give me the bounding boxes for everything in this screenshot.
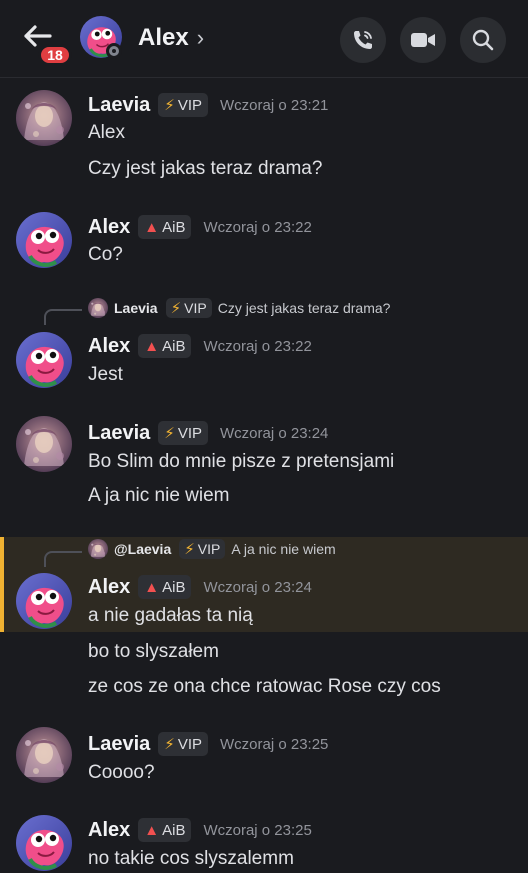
avatar-alex[interactable] <box>16 332 72 388</box>
offline-status-icon <box>106 43 122 59</box>
unread-badge: 18 <box>38 44 72 66</box>
chevron-right-icon: › <box>196 25 205 50</box>
timestamp: Wczoraj o 23:22 <box>203 337 312 355</box>
avatar-alex[interactable] <box>16 573 72 629</box>
message-text: Bo Slim do mnie pisze z pretensjami <box>88 451 395 472</box>
author-name[interactable]: Laevia <box>88 733 150 756</box>
avatar-laevia[interactable] <box>16 727 72 783</box>
message-text: Co? <box>88 244 123 265</box>
vip-tag: ⚡ VIP <box>158 732 208 756</box>
reply-connector <box>44 551 82 567</box>
reply-author: Laevia <box>114 300 158 316</box>
author-name[interactable]: Alex <box>88 335 130 358</box>
aib-tag: ▲ AiB <box>138 575 192 599</box>
author-name[interactable]: Laevia <box>88 94 150 117</box>
message-text: A ja nic nie wiem <box>88 485 230 506</box>
timestamp: Wczoraj o 23:24 <box>203 578 312 596</box>
lightning-icon: ⚡ <box>184 541 195 558</box>
reply-author: @Laevia <box>114 541 172 557</box>
video-call-button[interactable] <box>400 17 446 63</box>
reply-preview[interactable]: Laevia ⚡ VIP Czy jest jakas teraz drama? <box>88 297 390 319</box>
timestamp: Wczoraj o 23:24 <box>220 424 329 442</box>
message-text: Jest <box>88 364 123 385</box>
avatar-alex[interactable] <box>16 815 72 871</box>
author-name[interactable]: Alex <box>88 819 130 842</box>
message-text: Coooo? <box>88 762 155 783</box>
lightning-icon: ⚡ <box>164 736 175 753</box>
fire-icon: ▲ <box>144 337 160 355</box>
message-text: bo to slyszałem <box>88 641 219 662</box>
fire-icon: ▲ <box>144 218 160 236</box>
reply-avatar <box>88 539 108 559</box>
fire-icon: ▲ <box>144 578 160 596</box>
reply-text: A ja nic nie wiem <box>231 541 336 557</box>
search-icon <box>472 29 494 51</box>
lightning-icon: ⚡ <box>164 97 175 114</box>
vip-tag: ⚡ VIP <box>179 539 226 559</box>
aib-tag: ▲ AiB <box>138 334 192 358</box>
author-name[interactable]: Alex <box>88 576 130 599</box>
timestamp: Wczoraj o 23:25 <box>203 821 312 839</box>
search-button[interactable] <box>460 17 506 63</box>
aib-tag: ▲ AiB <box>138 818 192 842</box>
video-camera-icon <box>411 33 435 47</box>
fire-icon: ▲ <box>144 821 160 839</box>
lightning-icon: ⚡ <box>170 300 182 317</box>
message-text: Czy jest jakas teraz drama? <box>88 158 323 179</box>
phone-call-icon <box>354 31 372 49</box>
reply-text: Czy jest jakas teraz drama? <box>217 300 391 316</box>
aib-tag: ▲ AiB <box>138 215 192 239</box>
avatar-alex[interactable] <box>16 212 72 268</box>
message-text: a nie gadałas ta nią <box>88 605 253 626</box>
vip-tag: ⚡ VIP <box>165 298 212 318</box>
message-text: ze cos ze ona chce ratowac Rose czy cos <box>88 676 441 697</box>
message-text: Alex <box>88 122 125 143</box>
channel-title[interactable]: Alex › <box>138 24 204 52</box>
lightning-icon: ⚡ <box>164 425 175 442</box>
reply-preview[interactable]: @Laevia ⚡ VIP A ja nic nie wiem <box>88 538 336 560</box>
channel-name: Alex <box>138 24 189 51</box>
author-name[interactable]: Laevia <box>88 422 150 445</box>
author-name[interactable]: Alex <box>88 216 130 239</box>
reply-avatar <box>88 298 108 318</box>
timestamp: Wczoraj o 23:21 <box>220 96 329 114</box>
vip-tag: ⚡ VIP <box>158 93 208 117</box>
message-text: no takie cos slyszalemm <box>88 848 294 869</box>
avatar-laevia[interactable] <box>16 416 72 472</box>
timestamp: Wczoraj o 23:25 <box>220 735 329 753</box>
timestamp: Wczoraj o 23:22 <box>203 218 312 236</box>
voice-call-button[interactable] <box>340 17 386 63</box>
vip-tag: ⚡ VIP <box>158 421 208 445</box>
reply-connector <box>44 309 82 325</box>
avatar-laevia[interactable] <box>16 90 72 146</box>
chat-header: 18 Alex › <box>0 0 528 78</box>
